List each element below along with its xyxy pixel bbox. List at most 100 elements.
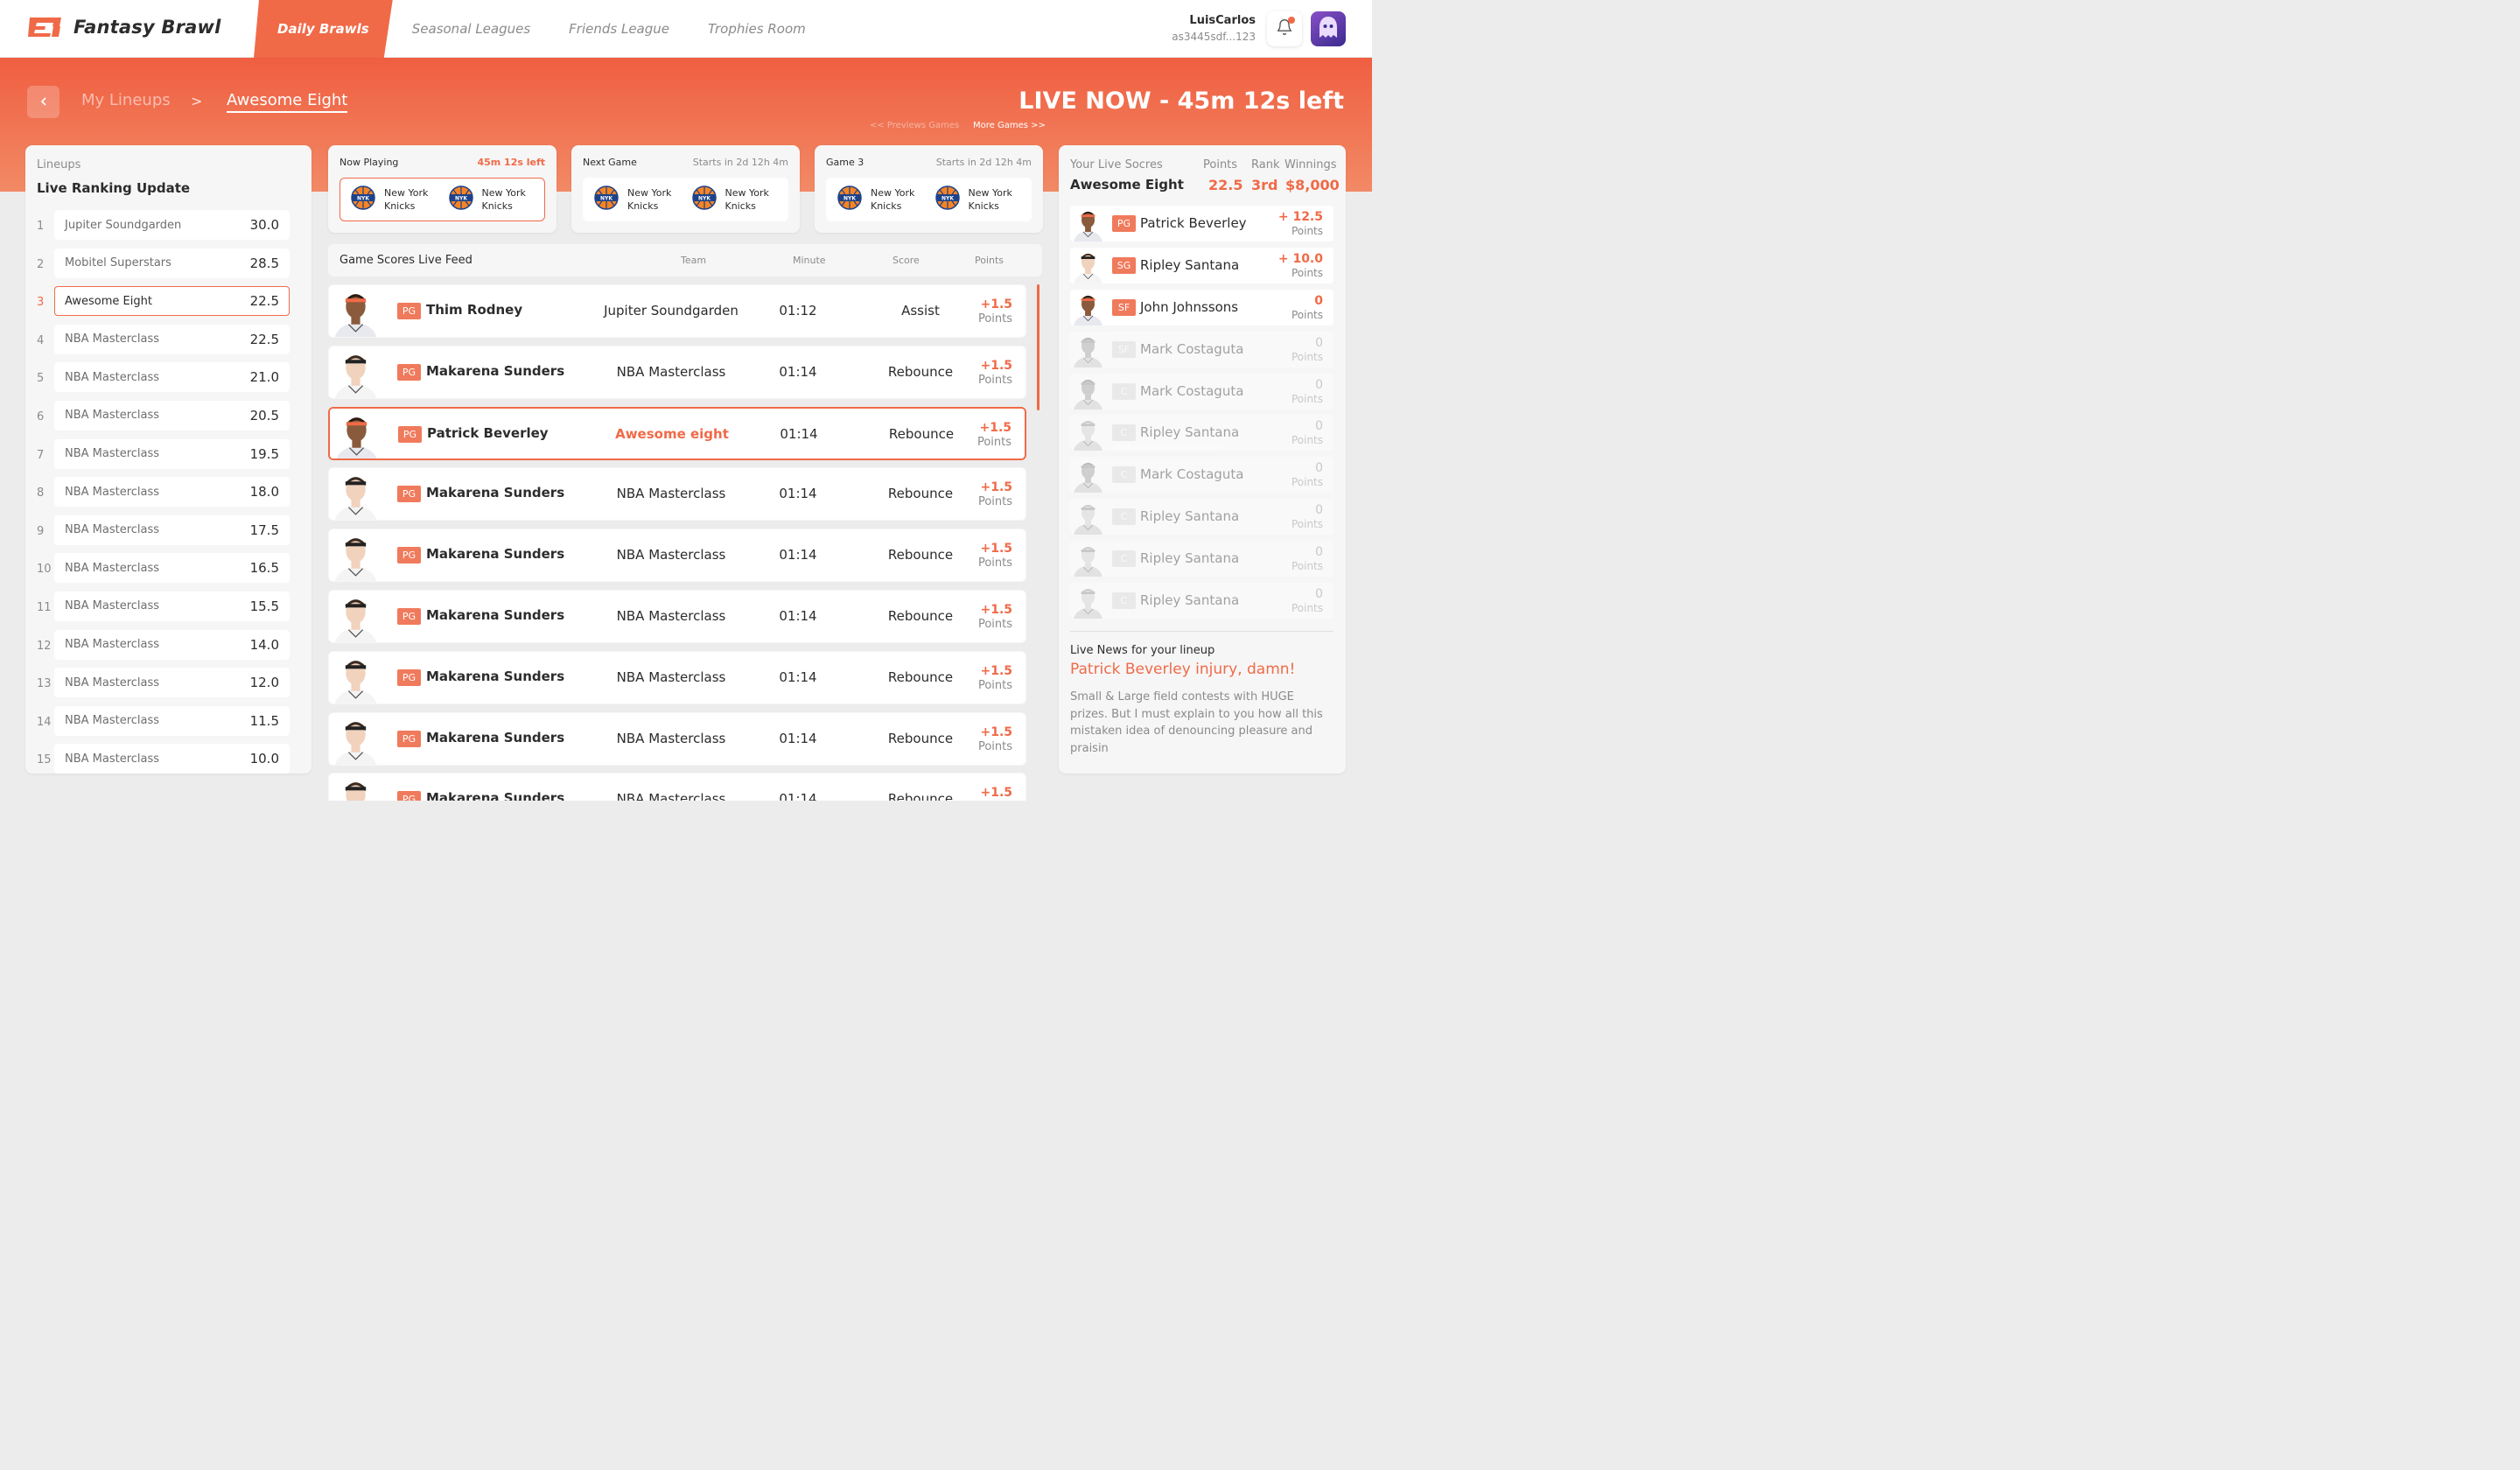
ranking-entry[interactable]: NBA Masterclass 11.5	[54, 705, 290, 736]
user-info[interactable]: LuisCarlos as3445sdf...123	[1172, 14, 1256, 43]
player-photo	[1070, 289, 1106, 326]
player-photo	[1070, 373, 1106, 410]
ranking-entry[interactable]: NBA Masterclass 17.5	[54, 514, 290, 545]
ranking-entry[interactable]: NBA Masterclass 12.0	[54, 668, 290, 698]
ranking-entry[interactable]: NBA Masterclass 21.0	[54, 362, 290, 393]
event-minute: 01:14	[780, 425, 818, 442]
ranking-entry[interactable]: NBA Masterclass 18.0	[54, 477, 290, 508]
winnings-label: Winnings	[1284, 158, 1337, 172]
game-matchup[interactable]: NYK New York Knicks NYK New York Knicks	[826, 178, 1032, 221]
nav-seasonal-leagues[interactable]: Seasonal Leagues	[393, 0, 550, 58]
svg-text:NYK: NYK	[941, 195, 953, 201]
player-photo	[330, 408, 383, 458]
back-button[interactable]	[27, 86, 60, 118]
player-team: NBA Masterclass	[616, 791, 726, 801]
feed-scrollbar[interactable]	[1037, 284, 1040, 410]
breadcrumb-current[interactable]: Awesome Eight	[227, 91, 348, 113]
breadcrumb-my-lineups[interactable]: My Lineups	[81, 91, 171, 109]
lineup-player[interactable]: C Mark Costaguta 0 Points	[1070, 373, 1334, 410]
feed-row[interactable]: PG Makarena Sunders NBA Masterclass 01:14 Re…	[328, 528, 1026, 583]
lineup-player[interactable]: SF Mark Costaguta 0 Points	[1070, 331, 1334, 368]
feed-row[interactable]: PG Makarena Sunders NBA Masterclass 01:14 Re…	[328, 711, 1026, 766]
lineup-player[interactable]: C Ripley Santana 0 Points	[1070, 541, 1334, 578]
more-games-link[interactable]: More Games >>	[973, 121, 1046, 130]
game-matchup[interactable]: NYK New York Knicks NYK New York Knicks	[583, 178, 788, 221]
player-name: Patrick Beverley	[1140, 215, 1247, 231]
lineup-player[interactable]: C Ripley Santana 0 Points	[1070, 415, 1334, 452]
ranking-entry[interactable]: Jupiter Soundgarden 30.0	[54, 210, 290, 240]
event-points: +1.5Points	[978, 298, 1012, 326]
event-minute: 01:14	[779, 608, 817, 624]
feed-row[interactable]: PG Thim Rodney Jupiter Soundgarden 01:12 Ass…	[328, 284, 1026, 338]
event-type: Assist	[901, 303, 940, 318]
ranking-lineup-name: NBA Masterclass	[65, 638, 160, 652]
ranking-entry[interactable]: NBA Masterclass 19.5	[54, 438, 290, 469]
event-type: Rebounce	[887, 668, 954, 685]
ranking-score: 30.0	[249, 217, 279, 233]
nav-daily-brawls[interactable]: Daily Brawls	[254, 0, 393, 58]
points-label: Points	[1291, 434, 1323, 447]
ranking-row: 4 NBA Masterclass 22.5	[25, 324, 312, 362]
ranking-row: 2 Mobitel Superstars 28.5	[25, 248, 312, 286]
event-type: Rebounce	[887, 363, 954, 380]
points-label: Points	[977, 312, 1012, 326]
points-label: Points	[977, 618, 1012, 631]
game-matchup[interactable]: NYK New York Knicks NYK New York Knicks	[340, 178, 545, 221]
feed-row[interactable]: PG Makarena Sunders NBA Masterclass 01:14 Re…	[328, 773, 1026, 801]
ranking-entry[interactable]: Awesome Eight 22.5	[54, 286, 290, 317]
notifications-button[interactable]	[1267, 11, 1302, 46]
event-points: +1.5Points	[978, 603, 1012, 631]
ranking-score: 18.0	[249, 484, 279, 500]
ranking-lineup-name: NBA Masterclass	[65, 561, 160, 575]
player-name: Makarena Sunders	[426, 668, 565, 684]
player-name: Makarena Sunders	[426, 607, 565, 623]
ranking-row: 15 NBA Masterclass 10.0	[25, 743, 312, 774]
lineup-player[interactable]: SF John Johnssons 0 Points	[1070, 289, 1334, 326]
feed-row[interactable]: PG Makarena Sunders NBA Masterclass 01:14 Re…	[328, 467, 1026, 522]
player-photo	[329, 712, 382, 765]
points-value: 0	[1315, 377, 1323, 392]
lineup-player[interactable]: SG Ripley Santana + 10.0 Points	[1070, 247, 1334, 284]
lineup-player[interactable]: C Ripley Santana 0 Points	[1070, 499, 1334, 536]
main-nav: Daily Brawls Seasonal Leagues Friends Le…	[254, 0, 825, 58]
ranking-entry[interactable]: NBA Masterclass 10.0	[54, 744, 290, 774]
feed-row[interactable]: PG Makarena Sunders NBA Masterclass 01:14 Re…	[328, 650, 1026, 704]
ranking-entry[interactable]: NBA Masterclass 14.0	[54, 629, 290, 660]
ranking-lineup-name: NBA Masterclass	[65, 752, 160, 766]
team-away: NYK New York Knicks	[690, 184, 788, 215]
ranking-score: 22.5	[249, 293, 279, 310]
ranking-lineup-name: NBA Masterclass	[65, 599, 160, 613]
column-points[interactable]: Points	[975, 255, 1004, 266]
points-value: 0	[1315, 587, 1323, 602]
nav-trophies-room[interactable]: Trophies Room	[689, 0, 825, 58]
nav-friends-league[interactable]: Friends League	[550, 0, 689, 58]
player-name: Mark Costaguta	[1140, 466, 1244, 483]
column-minute[interactable]: Minute	[793, 255, 826, 266]
ranking-score: 17.5	[249, 522, 279, 538]
ranking-entry[interactable]: NBA Masterclass 16.5	[54, 553, 290, 584]
ranking-entry[interactable]: NBA Masterclass 22.5	[54, 324, 290, 354]
ranking-position: 9	[37, 524, 45, 538]
feed-row[interactable]: PG Patrick Beverley Awesome eight 01:14 Rebo…	[328, 406, 1026, 460]
previous-games-link[interactable]: << Previews Games	[870, 121, 959, 130]
lineup-row: C Mark Costaguta 0 Points	[1070, 457, 1334, 499]
ranking-entry[interactable]: Mobitel Superstars 28.5	[54, 248, 290, 278]
news-headline[interactable]: Patrick Beverley injury, damn!	[1070, 661, 1295, 678]
ranking-entry[interactable]: NBA Masterclass 20.5	[54, 400, 290, 430]
ranking-row: 14 NBA Masterclass 11.5	[25, 705, 312, 744]
ranking-lineup-name: NBA Masterclass	[65, 676, 160, 690]
feed-row[interactable]: PG Makarena Sunders NBA Masterclass 01:14 Re…	[328, 590, 1026, 643]
position-badge: PG	[397, 486, 421, 503]
app-logo[interactable]: Fantasy Brawl	[26, 16, 221, 38]
event-type: Rebounce	[887, 547, 954, 564]
event-points: +1.5Points	[978, 359, 1012, 387]
column-score[interactable]: Score	[892, 255, 920, 266]
lineup-player[interactable]: C Mark Costaguta 0 Points	[1070, 457, 1334, 494]
ranking-entry[interactable]: NBA Masterclass 15.5	[54, 591, 290, 621]
lineup-player[interactable]: PG Patrick Beverley + 12.5 Points	[1070, 206, 1334, 242]
user-avatar[interactable]	[1311, 11, 1346, 46]
lineup-player[interactable]: C Ripley Santana 0 Points	[1070, 583, 1334, 620]
column-team[interactable]: Team	[681, 255, 706, 266]
feed-row[interactable]: PG Makarena Sunders NBA Masterclass 01:14 Re…	[328, 345, 1026, 399]
ranking-score: 15.5	[249, 598, 279, 614]
